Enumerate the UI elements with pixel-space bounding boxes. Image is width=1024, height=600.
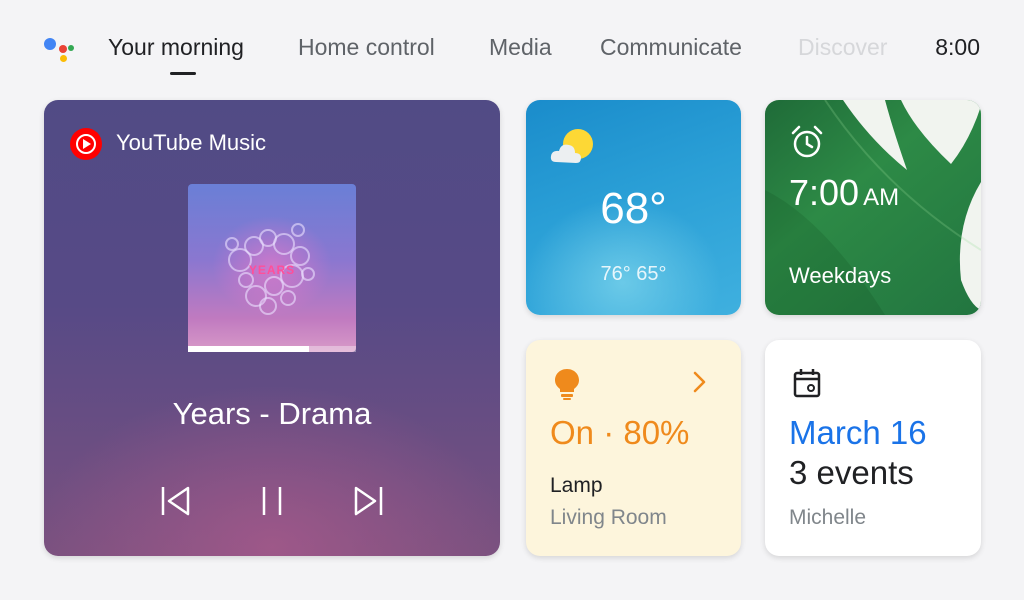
pause-icon[interactable] [254, 484, 290, 518]
chevron-right-icon[interactable] [692, 370, 708, 394]
playback-progress-bar[interactable] [188, 346, 356, 352]
alarm-card[interactable]: 7:00 AM Weekdays [765, 100, 981, 315]
playback-progress-fill [188, 346, 309, 352]
album-art-graphic: YEARS [212, 216, 332, 316]
music-card[interactable]: YouTube Music YEARS Years - Drama [44, 100, 500, 556]
album-title-text: YEARS [249, 263, 295, 277]
song-title: Years - Drama [172, 396, 372, 431]
alarm-time: 7:00 AM [789, 172, 899, 214]
lamp-status: On · 80% [550, 414, 690, 451]
calendar-icon [793, 368, 821, 398]
lamp-card[interactable]: On · 80% Lamp Living Room [526, 340, 741, 556]
alarm-time-value: 7:00 [789, 172, 860, 213]
tab-media[interactable]: Media [489, 34, 552, 61]
current-temperature: 68° [600, 184, 667, 233]
calendar-date: March 16 [789, 414, 927, 451]
alarm-period: AM [863, 184, 900, 211]
alarm-repeat: Weekdays [789, 263, 892, 288]
google-assistant-logo[interactable] [44, 36, 74, 66]
tab-discover[interactable]: Discover [798, 34, 887, 61]
clock: 8:00 [935, 34, 980, 60]
lightbulb-icon [554, 368, 580, 400]
smart-display-screen: Your morning Home control Media Communic… [0, 0, 1024, 600]
album-art: YEARS [188, 184, 356, 352]
weather-card[interactable]: 68° 76° 65° [526, 100, 741, 315]
tab-your-morning[interactable]: Your morning [108, 34, 244, 61]
calendar-event-count: 3 events [789, 454, 914, 491]
tab-home-control[interactable]: Home control [298, 34, 435, 61]
tab-communicate[interactable]: Communicate [600, 34, 742, 61]
active-tab-indicator [170, 72, 196, 75]
device-name: Lamp [550, 474, 603, 497]
partly-cloudy-icon [550, 126, 596, 168]
skip-next-icon[interactable] [350, 484, 386, 518]
music-source-label: YouTube Music [116, 130, 267, 155]
skip-previous-icon[interactable] [158, 484, 194, 518]
youtube-music-icon [70, 128, 102, 160]
calendar-user: Michelle [789, 506, 867, 529]
temperature-range: 76° 65° [600, 263, 667, 285]
calendar-card[interactable]: March 16 3 events Michelle [765, 340, 981, 556]
alarm-clock-icon [789, 124, 825, 160]
device-room: Living Room [550, 506, 667, 529]
